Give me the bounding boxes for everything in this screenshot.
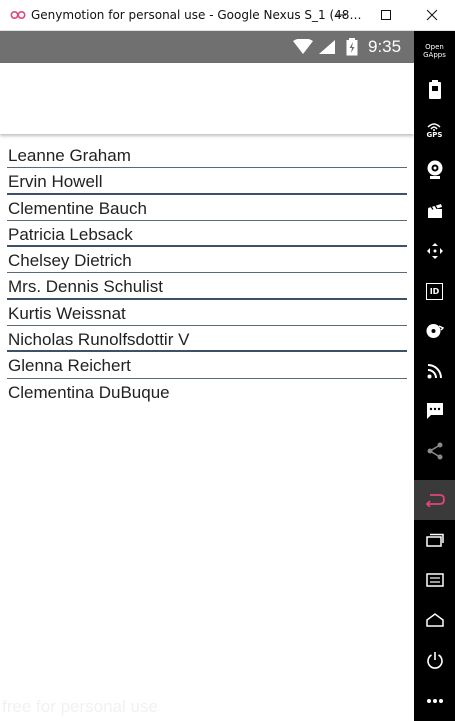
list-item[interactable]: Clementina DuBuque	[0, 379, 414, 405]
home-button[interactable]	[414, 600, 455, 640]
open-gapps-line1: Open	[425, 43, 444, 51]
power-button[interactable]	[414, 640, 455, 680]
list-item[interactable]: Chelsey Dietrich	[0, 247, 414, 274]
recent-apps-button[interactable]	[414, 520, 455, 560]
close-button[interactable]	[409, 0, 455, 31]
list-item-label: Nicholas Runolfsdottir V	[8, 330, 190, 350]
wifi-icon	[293, 39, 313, 54]
rss-icon	[427, 364, 442, 379]
camera-widget-button[interactable]	[414, 150, 455, 190]
recent-apps-icon	[425, 533, 444, 547]
webcam-icon	[427, 160, 442, 179]
move-arrows-icon	[426, 243, 443, 259]
back-arrow-icon	[425, 494, 445, 507]
message-icon	[426, 403, 443, 419]
gps-waves-icon	[427, 122, 442, 131]
close-icon	[426, 9, 438, 21]
more-options-button[interactable]	[414, 681, 455, 721]
app-toolbar	[0, 63, 414, 134]
list-item[interactable]: Nicholas Runolfsdottir V	[0, 326, 414, 353]
power-icon	[426, 652, 443, 669]
list-item[interactable]: Ervin Howell	[0, 168, 414, 195]
list-item-label: Clementine Bauch	[8, 198, 147, 218]
gps-icon: GPS	[426, 122, 443, 139]
menu-icon	[425, 573, 444, 587]
battery-icon	[346, 38, 358, 56]
identifiers-button[interactable]: ID	[414, 271, 455, 311]
open-gapps-icon: Open GApps	[423, 43, 446, 59]
gps-widget-button[interactable]: GPS	[414, 110, 455, 150]
open-gapps-button[interactable]: Open GApps	[414, 31, 455, 71]
battery-widget-icon	[428, 80, 441, 99]
list-item[interactable]: Kurtis Weissnat	[0, 300, 414, 327]
list-item-label: Chelsey Dietrich	[8, 251, 132, 271]
disk-icon	[426, 324, 444, 338]
list-item-label: Leanne Graham	[8, 146, 131, 165]
list-item-label: Ervin Howell	[8, 172, 103, 192]
minimize-icon	[336, 14, 346, 16]
home-icon	[425, 613, 444, 627]
signal-icon	[319, 40, 335, 54]
genymotion-logo-icon	[10, 10, 26, 20]
gps-label: GPS	[426, 130, 443, 139]
list-item[interactable]: Patricia Lebsack	[0, 221, 414, 248]
user-list: Leanne Graham Ervin Howell Clementine Ba…	[0, 142, 414, 405]
open-gapps-line2: GApps	[423, 51, 446, 59]
more-dots-icon	[426, 699, 443, 703]
list-item[interactable]: Leanne Graham	[0, 142, 414, 169]
share-button[interactable]	[414, 431, 455, 471]
maximize-button[interactable]	[363, 0, 409, 31]
list-item[interactable]: Clementine Bauch	[0, 195, 414, 221]
window-title-bar: Genymotion for personal use - Google Nex…	[0, 0, 455, 31]
menu-button[interactable]	[414, 560, 455, 600]
list-item[interactable]: Glenna Reichert	[0, 352, 414, 379]
id-label: ID	[429, 286, 440, 296]
back-button[interactable]	[414, 480, 455, 520]
list-item-label: Patricia Lebsack	[8, 224, 133, 244]
genymotion-toolbar: Open GApps GPS ID	[414, 31, 455, 721]
status-time: 9:35	[368, 37, 402, 56]
list-item-label: Mrs. Dennis Schulist	[8, 277, 163, 297]
maximize-icon	[381, 10, 391, 20]
list-item-label: Kurtis Weissnat	[8, 303, 126, 323]
remote-control-button[interactable]	[414, 231, 455, 271]
phone-sms-button[interactable]	[414, 391, 455, 431]
battery-widget-button[interactable]	[414, 70, 455, 110]
list-item-label: Glenna Reichert	[8, 356, 131, 376]
list-item-label: Clementina DuBuque	[8, 382, 170, 402]
personal-use-watermark: free for personal use	[2, 697, 158, 716]
android-status-bar: 9:35	[0, 31, 414, 63]
screencast-widget-button[interactable]	[414, 191, 455, 231]
disk-io-button[interactable]	[414, 311, 455, 351]
network-button[interactable]	[414, 351, 455, 391]
minimize-button[interactable]	[318, 0, 364, 31]
list-item[interactable]: Mrs. Dennis Schulist	[0, 273, 414, 300]
share-icon	[427, 442, 442, 460]
id-icon: ID	[426, 282, 443, 300]
clapperboard-icon	[427, 204, 442, 218]
window-title: Genymotion for personal use - Google Nex…	[31, 8, 362, 22]
